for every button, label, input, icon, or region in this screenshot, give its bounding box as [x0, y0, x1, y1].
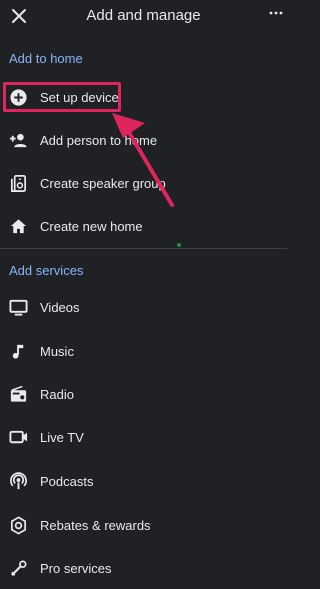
- menu-item-label: Videos: [40, 300, 80, 315]
- menu-item-label: Create new home: [40, 219, 143, 234]
- section-header-add-to-home: Add to home: [9, 51, 83, 66]
- section-divider: [0, 248, 287, 249]
- menu-item-videos[interactable]: Videos: [0, 288, 287, 328]
- highlight-box: [3, 82, 121, 112]
- menu-item-radio[interactable]: Radio: [0, 375, 287, 415]
- monitor-icon: [9, 298, 28, 317]
- menu-item-create-speaker-group[interactable]: Create speaker group: [0, 164, 287, 204]
- add-person-icon: [9, 131, 28, 150]
- menu-item-create-new-home[interactable]: Create new home: [0, 207, 287, 247]
- menu-item-label: Live TV: [40, 430, 84, 445]
- rebates-icon: [9, 516, 28, 535]
- menu-item-label: Pro services: [40, 561, 112, 576]
- menu-item-label: Radio: [40, 387, 74, 402]
- menu-item-add-person-to-home[interactable]: Add person to home: [0, 121, 287, 161]
- menu-item-rebates-rewards[interactable]: Rebates & rewards: [0, 506, 287, 546]
- menu-item-label: Rebates & rewards: [40, 518, 151, 533]
- section-header-add-services: Add services: [9, 263, 84, 278]
- menu-item-label: Music: [40, 344, 74, 359]
- menu-item-live-tv[interactable]: Live TV: [0, 418, 287, 458]
- music-note-icon: [9, 342, 28, 361]
- podcast-icon: [9, 472, 28, 491]
- page-title: Add and manage: [86, 7, 201, 24]
- top-app-bar: Add and manage: [0, 0, 287, 32]
- menu-item-music[interactable]: Music: [0, 332, 287, 372]
- menu-item-pro-services[interactable]: Pro services: [0, 549, 287, 589]
- status-dot: [177, 243, 181, 247]
- radio-icon: [9, 385, 28, 404]
- menu-item-label: Podcasts: [40, 474, 94, 489]
- menu-item-label: Add person to home: [40, 133, 158, 148]
- more-options-icon[interactable]: [269, 9, 283, 17]
- menu-item-podcasts[interactable]: Podcasts: [0, 462, 287, 502]
- pro-services-icon: [9, 559, 28, 578]
- home-icon: [9, 217, 28, 236]
- live-tv-icon: [9, 428, 28, 447]
- menu-item-label: Create speaker group: [40, 176, 166, 191]
- speaker-group-icon: [9, 174, 28, 193]
